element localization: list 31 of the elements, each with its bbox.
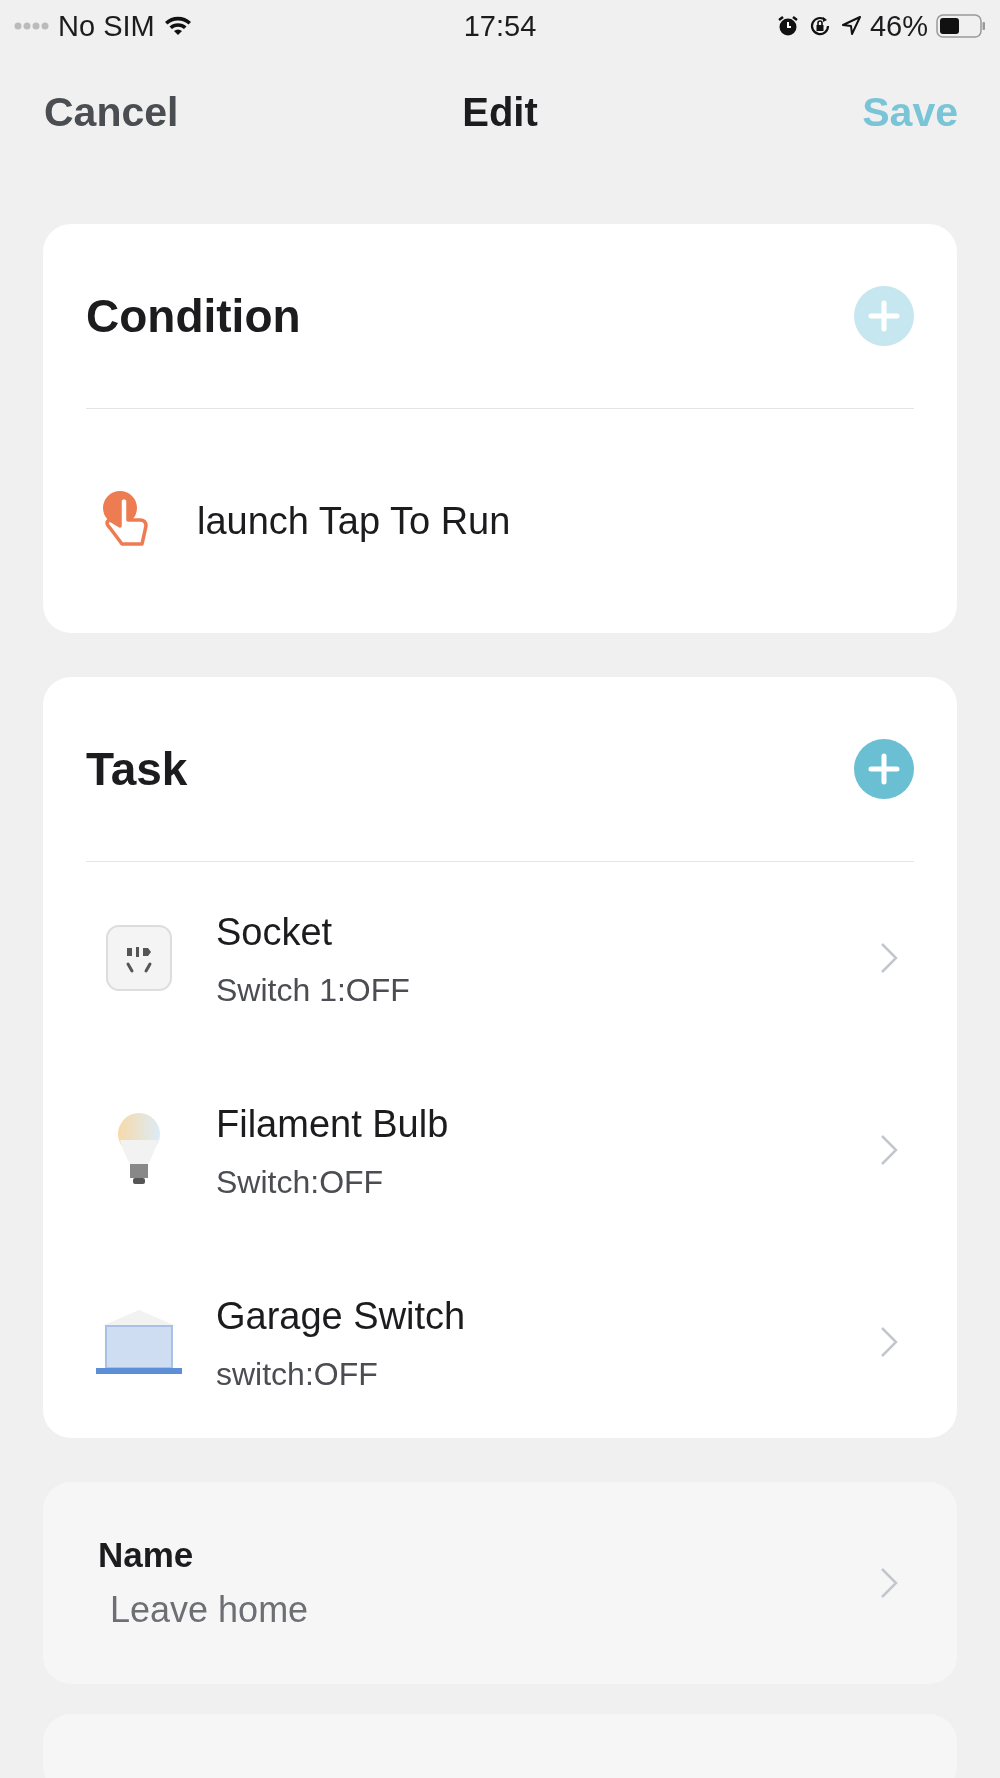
device-name: Garage Switch	[216, 1293, 467, 1339]
signal-icon	[14, 21, 50, 31]
name-value: Leave home	[109, 1589, 310, 1631]
chevron-icon	[880, 1567, 898, 1599]
carrier-text: No SIM	[58, 9, 155, 43]
section-title: Task	[86, 742, 188, 796]
name-row[interactable]: Name Leave home	[43, 1482, 957, 1684]
device-name: Socket	[216, 909, 334, 955]
location-arrow-icon	[839, 15, 862, 37]
battery-icon	[936, 14, 986, 38]
device-action: Switch:OFF	[216, 1163, 385, 1201]
device-name: Filament Bulb	[216, 1101, 450, 1147]
cancel-button[interactable]: Cancel	[44, 88, 179, 136]
device-action: switch:OFF	[216, 1355, 379, 1393]
garage-icon	[94, 1308, 184, 1376]
section-title: Condition	[86, 289, 301, 343]
task-row[interactable]: Garage Switch switch:OFF	[86, 1246, 914, 1438]
wifi-icon	[162, 14, 193, 38]
chevron-icon	[880, 1134, 898, 1166]
battery-percent: 46%	[869, 9, 928, 43]
name-label: Name	[98, 1535, 195, 1575]
condition-label: launch Tap To Run	[197, 499, 511, 543]
chevron-icon	[880, 1326, 898, 1358]
add-icon[interactable]	[854, 739, 914, 799]
chevron-icon	[880, 942, 898, 974]
socket-icon	[105, 924, 173, 992]
clock-time: 17:54	[463, 9, 537, 43]
task-row[interactable]: Socket Switch 1:OFF	[86, 862, 914, 1054]
page-title: Edit	[462, 89, 538, 135]
device-action: Switch 1:OFF	[216, 971, 411, 1009]
task-row[interactable]: Filament Bulb Switch:OFF	[86, 1054, 914, 1246]
